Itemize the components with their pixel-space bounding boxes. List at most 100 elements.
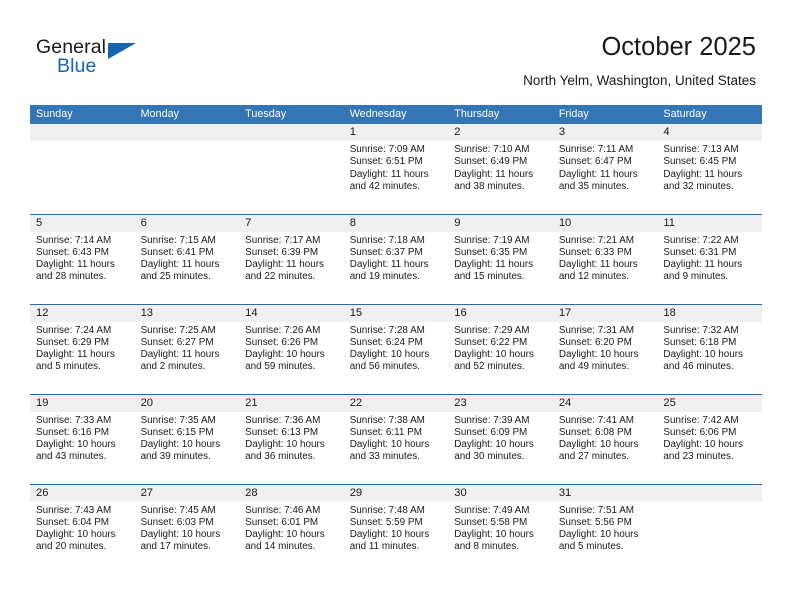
day-number: 6 — [134, 214, 240, 232]
day-cell-inner: 2 Sunrise: 7:10 AM Sunset: 6:49 PM Daylight… — [448, 124, 553, 214]
weekday-header-friday: Friday — [552, 105, 658, 124]
sunset-time: Sunset: 6:33 PM — [558, 246, 632, 258]
calendar-day-cell[interactable]: 19 Sunrise: 7:33 AM Sunset: 6:16 PM Dayligh… — [30, 393, 135, 484]
calendar-day-cell[interactable]: 16 Sunrise: 7:29 AM Sunset: 6:22 PM Dayligh… — [448, 303, 553, 394]
sunset-time: Sunset: 6:22 PM — [454, 336, 528, 348]
daylight-duration-line2: and 52 minutes. — [454, 361, 525, 373]
daylight-duration-line2: and 9 minutes. — [663, 271, 729, 283]
day-cell-inner: 9 Sunrise: 7:19 AM Sunset: 6:35 PM Daylight… — [448, 214, 553, 304]
sunset-time: Sunset: 6:43 PM — [36, 246, 110, 258]
sunrise-time: Sunrise: 7:31 AM — [558, 324, 635, 336]
daylight-duration-line1: Daylight: 11 hours — [663, 259, 743, 271]
daylight-duration-line2: and 43 minutes. — [36, 451, 107, 463]
sunrise-time: Sunrise: 7:24 AM — [36, 324, 112, 336]
day-number: 30 — [448, 484, 553, 502]
calendar-day-cell[interactable]: 5 Sunrise: 7:14 AM Sunset: 6:43 PM Daylight… — [30, 213, 135, 304]
calendar-day-cell[interactable]: 20 Sunrise: 7:35 AM Sunset: 6:15 PM Dayligh… — [134, 393, 240, 484]
calendar-day-cell[interactable]: 21 Sunrise: 7:36 AM Sunset: 6:13 PM Dayligh… — [239, 393, 344, 484]
day-sun-info: Sunrise: 7:21 AM Sunset: 6:33 PM Daylight:… — [553, 232, 658, 284]
calendar-day-cell[interactable]: 4 Sunrise: 7:13 AM Sunset: 6:45 PM Daylight… — [657, 124, 762, 214]
calendar-day-cell[interactable]: 24 Sunrise: 7:41 AM Sunset: 6:08 PM Dayligh… — [552, 393, 658, 484]
day-sun-info: Sunrise: 7:33 AM Sunset: 6:16 PM Daylight:… — [30, 412, 135, 464]
daylight-duration-line2: and 23 minutes. — [663, 451, 734, 463]
calendar-day-cell[interactable]: 7 Sunrise: 7:17 AM Sunset: 6:39 PM Daylight… — [239, 213, 344, 304]
logo-triangle-icon — [108, 43, 136, 59]
day-cell-inner: 5 Sunrise: 7:14 AM Sunset: 6:43 PM Daylight… — [30, 214, 135, 304]
calendar-day-cell[interactable]: 9 Sunrise: 7:19 AM Sunset: 6:35 PM Daylight… — [448, 213, 553, 304]
general-blue-logo[interactable]: General Blue — [36, 36, 156, 82]
daylight-duration-line2: and 12 minutes. — [558, 271, 630, 283]
calendar-day-cell[interactable]: 30 Sunrise: 7:49 AM Sunset: 5:58 PM Dayligh… — [448, 483, 553, 575]
daylight-duration-line2: and 28 minutes. — [36, 271, 107, 283]
sunrise-time: Sunrise: 7:49 AM — [454, 504, 530, 516]
sunrise-time: Sunrise: 7:10 AM — [454, 144, 530, 155]
day-cell-inner: 15 Sunrise: 7:28 AM Sunset: 6:24 PM Dayligh… — [343, 304, 449, 394]
sunrise-time: Sunrise: 7:45 AM — [140, 504, 216, 516]
calendar-day-cell[interactable]: 27 Sunrise: 7:45 AM Sunset: 6:03 PM Dayligh… — [134, 483, 240, 574]
sunset-time: Sunset: 6:04 PM — [36, 516, 110, 528]
daylight-duration-line2: and 39 minutes. — [140, 451, 211, 463]
sunset-time: Sunset: 6:11 PM — [349, 426, 422, 438]
daylight-duration-line2: and 46 minutes. — [663, 361, 734, 373]
calendar-day-cell[interactable]: 12 Sunrise: 7:24 AM Sunset: 6:29 PM Dayligh… — [30, 303, 135, 394]
calendar-day-cell[interactable]: 28 Sunrise: 7:46 AM Sunset: 6:01 PM Dayligh… — [239, 483, 344, 575]
daylight-duration-line2: and 36 minutes. — [245, 451, 316, 463]
daylight-duration-line2: and 19 minutes. — [349, 271, 420, 283]
daylight-duration-line2: and 20 minutes. — [36, 541, 107, 553]
sunset-time: Sunset: 6:26 PM — [245, 336, 319, 348]
day-sun-info: Sunrise: 7:36 AM Sunset: 6:13 PM Daylight:… — [239, 412, 344, 464]
calendar-day-cell[interactable]: 10 Sunrise: 7:21 AM Sunset: 6:33 PM Dayligh… — [552, 213, 658, 304]
sunrise-time: Sunrise: 7:43 AM — [36, 504, 112, 516]
calendar-day-cell[interactable]: 23 Sunrise: 7:39 AM Sunset: 6:09 PM Dayligh… — [448, 393, 553, 484]
day-number: 9 — [448, 214, 553, 232]
day-cell-inner: 21 Sunrise: 7:36 AM Sunset: 6:13 PM Dayligh… — [239, 394, 344, 484]
calendar-day-cell[interactable]: 17 Sunrise: 7:31 AM Sunset: 6:20 PM Dayligh… — [552, 303, 658, 394]
day-number: 5 — [30, 214, 135, 232]
calendar-day-cell[interactable]: 15 Sunrise: 7:28 AM Sunset: 6:24 PM Dayligh… — [343, 303, 449, 394]
day-sun-info: Sunrise: 7:38 AM Sunset: 6:11 PM Daylight:… — [344, 412, 449, 464]
day-sun-info: Sunrise: 7:11 AM Sunset: 6:47 PM Daylight:… — [553, 141, 658, 193]
calendar-day-cell[interactable]: 13 Sunrise: 7:25 AM Sunset: 6:27 PM Dayligh… — [134, 303, 240, 394]
day-cell-inner: 22 Sunrise: 7:38 AM Sunset: 6:11 PM Dayligh… — [343, 394, 449, 484]
daylight-duration-line2: and 25 minutes. — [140, 271, 211, 283]
day-number: 17 — [552, 304, 658, 322]
day-sun-info: Sunrise: 7:28 AM Sunset: 6:24 PM Daylight:… — [344, 322, 449, 374]
sunrise-time: Sunrise: 7:15 AM — [140, 234, 216, 246]
day-cell-inner: 1 Sunrise: 7:09 AM Sunset: 6:51 PM Daylight… — [343, 124, 449, 214]
day-cell-inner: 30 Sunrise: 7:49 AM Sunset: 5:58 PM Dayligh… — [448, 484, 553, 575]
sunset-time: Sunset: 5:58 PM — [454, 516, 528, 528]
day-sun-info: Sunrise: 7:17 AM Sunset: 6:39 PM Daylight:… — [239, 232, 344, 284]
day-sun-info: Sunrise: 7:31 AM Sunset: 6:20 PM Daylight:… — [553, 322, 658, 374]
day-number: 1 — [343, 124, 449, 141]
daylight-duration-line2: and 14 minutes. — [245, 541, 316, 553]
calendar-week-row: 12 Sunrise: 7:24 AM Sunset: 6:29 PM Dayligh… — [30, 303, 762, 394]
calendar-day-cell[interactable]: 3 Sunrise: 7:11 AM Sunset: 6:47 PM Daylight… — [552, 124, 658, 214]
calendar-day-cell[interactable]: 6 Sunrise: 7:15 AM Sunset: 6:41 PM Daylight… — [134, 213, 240, 304]
day-cell-inner: 25 Sunrise: 7:42 AM Sunset: 6:06 PM Dayligh… — [657, 394, 762, 484]
daylight-duration-line2: and 38 minutes. — [454, 180, 525, 192]
sunset-time: Sunset: 5:59 PM — [349, 516, 423, 528]
calendar-day-cell[interactable]: 11 Sunrise: 7:22 AM Sunset: 6:31 PM Dayligh… — [657, 213, 762, 304]
calendar-day-cell[interactable]: 26 Sunrise: 7:43 AM Sunset: 6:04 PM Dayligh… — [30, 483, 135, 574]
day-cell-inner: 28 Sunrise: 7:46 AM Sunset: 6:01 PM Dayligh… — [239, 484, 344, 575]
calendar-day-cell[interactable]: 1 Sunrise: 7:09 AM Sunset: 6:51 PM Daylight… — [343, 124, 449, 214]
calendar-day-cell[interactable]: 8 Sunrise: 7:18 AM Sunset: 6:37 PM Daylight… — [343, 213, 449, 304]
daylight-duration-line1: Daylight: 10 hours — [140, 529, 221, 541]
day-cell-inner: 7 Sunrise: 7:17 AM Sunset: 6:39 PM Daylight… — [239, 214, 344, 304]
calendar-day-cell[interactable]: 31 Sunrise: 7:51 AM Sunset: 5:56 PM Dayligh… — [552, 483, 658, 574]
day-cell-inner: 3 Sunrise: 7:11 AM Sunset: 6:47 PM Daylight… — [552, 124, 658, 214]
calendar-day-cell[interactable]: 22 Sunrise: 7:38 AM Sunset: 6:11 PM Dayligh… — [343, 393, 449, 484]
day-sun-info: Sunrise: 7:24 AM Sunset: 6:29 PM Daylight:… — [30, 322, 135, 374]
calendar-day-cell[interactable]: 2 Sunrise: 7:10 AM Sunset: 6:49 PM Daylight… — [448, 124, 553, 214]
daylight-duration-line1: Daylight: 11 hours — [245, 259, 324, 271]
calendar-day-cell[interactable]: 18 Sunrise: 7:32 AM Sunset: 6:18 PM Dayligh… — [657, 303, 762, 394]
day-cell-inner: 14 Sunrise: 7:26 AM Sunset: 6:26 PM Dayligh… — [239, 304, 344, 394]
calendar-day-cell[interactable]: 29 Sunrise: 7:48 AM Sunset: 5:59 PM Dayligh… — [343, 483, 449, 574]
sunrise-time: Sunrise: 7:22 AM — [663, 234, 739, 246]
day-number: 4 — [657, 124, 762, 141]
calendar-week-row: 19 Sunrise: 7:33 AM Sunset: 6:16 PM Dayligh… — [30, 393, 762, 484]
day-cell-inner: 12 Sunrise: 7:24 AM Sunset: 6:29 PM Dayligh… — [30, 304, 135, 394]
page-header: General Blue October 2025 North Yelm, Wa… — [0, 0, 792, 100]
calendar-day-cell[interactable]: 25 Sunrise: 7:42 AM Sunset: 6:06 PM Dayligh… — [657, 393, 762, 484]
calendar-day-cell[interactable]: 14 Sunrise: 7:26 AM Sunset: 6:26 PM Dayligh… — [239, 303, 344, 394]
